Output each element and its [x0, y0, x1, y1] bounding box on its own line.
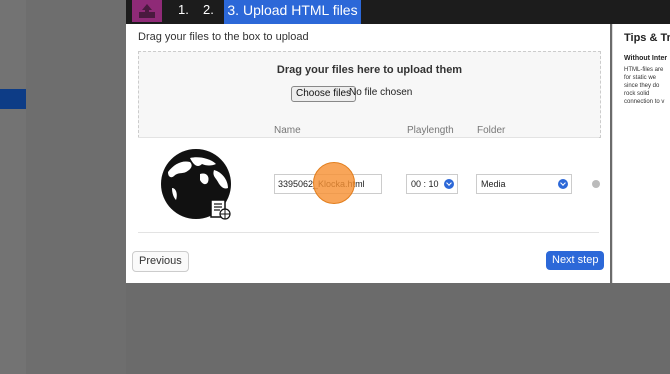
no-file-chosen-text: No file chosen: [349, 87, 413, 98]
playlength-value: 00 : 10: [411, 179, 439, 189]
tips-title: Tips & Tric: [624, 32, 670, 44]
column-header-name: Name: [274, 125, 301, 136]
globe-html-icon: [161, 149, 231, 220]
tips-line: for static we: [624, 75, 657, 81]
step-1[interactable]: 1.: [178, 0, 189, 24]
chevron-down-icon[interactable]: [444, 179, 454, 189]
click-indicator: [313, 162, 355, 204]
tips-panel: Tips & Tric Without Inter HTML-files are…: [612, 24, 670, 283]
folder-select[interactable]: Media: [476, 174, 572, 194]
file-dropzone[interactable]: Drag your files here to upload them Choo…: [138, 51, 601, 138]
column-header-folder: Folder: [477, 125, 506, 136]
column-header-playlength: Playlength: [407, 125, 454, 136]
previous-button[interactable]: Previous: [132, 251, 189, 272]
tips-line: connection to v: [624, 99, 665, 105]
choose-files-button[interactable]: Choose files: [291, 86, 357, 102]
tips-line: rock solid: [624, 91, 650, 97]
left-panel: [0, 0, 26, 374]
step-3-upload-html-files[interactable]: 3. Upload HTML files: [224, 0, 361, 24]
next-step-button[interactable]: Next step: [546, 251, 605, 270]
instruction-text: Drag your files to the box to upload: [138, 31, 309, 43]
upload-dialog: Drag your files to the box to upload Dra…: [126, 24, 610, 283]
divider: [138, 232, 599, 233]
chevron-down-icon[interactable]: [558, 179, 568, 189]
left-panel-highlight: [0, 89, 26, 109]
step-2[interactable]: 2.: [203, 0, 214, 24]
playlength-select[interactable]: 00 : 10: [406, 174, 458, 194]
more-icon[interactable]: [592, 180, 600, 188]
upload-icon: [132, 0, 162, 22]
dropzone-message: Drag your files here to upload them: [276, 64, 463, 76]
background-overlay: [26, 0, 126, 374]
tips-line: since they do: [624, 83, 660, 89]
background-overlay: [610, 283, 670, 374]
tips-body: HTML-files are for static we since they …: [624, 66, 670, 106]
folder-value: Media: [481, 179, 506, 189]
tips-line: HTML-files are: [624, 67, 664, 73]
tips-subtitle: Without Inter: [624, 55, 668, 62]
divider: [138, 137, 599, 138]
